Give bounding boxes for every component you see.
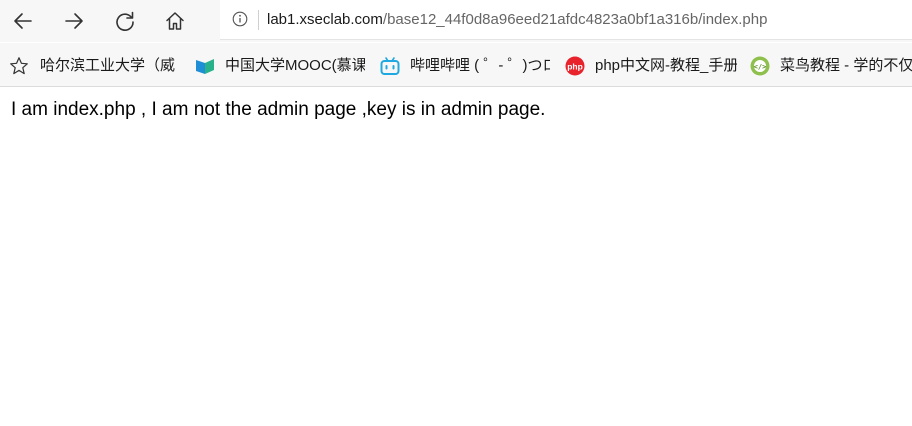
svg-text:php: php — [567, 62, 583, 72]
url-host: lab1.xseclab.com — [267, 11, 383, 28]
page-body-text: I am index.php , I am not the admin page… — [11, 99, 546, 120]
runoob-icon: </> — [750, 56, 770, 76]
address-bar-separator — [258, 10, 259, 30]
bookmark-label: 菜鸟教程 - 学的不仅 — [780, 57, 912, 74]
bookmark-label: 中国大学MOOC(慕课 — [225, 57, 365, 74]
bookmark-runoob[interactable]: </> 菜鸟教程 - 学的不仅 — [750, 55, 912, 77]
mooc-icon — [195, 56, 215, 76]
home-icon — [166, 12, 184, 30]
bookmark-label: php中文网-教程_手册 — [595, 57, 737, 74]
svg-text:</>: </> — [754, 63, 767, 71]
forward-arrow-icon — [65, 13, 83, 29]
bookmark-php-cn[interactable]: php php中文网-教程_手册 — [565, 55, 737, 77]
forward-button[interactable] — [57, 4, 91, 38]
bilibili-icon — [380, 56, 400, 76]
address-bar[interactable]: lab1.xseclab.com/base12_44f0d8a96eed21af… — [220, 0, 912, 40]
back-button[interactable] — [6, 4, 40, 38]
refresh-button[interactable] — [108, 4, 142, 38]
bookmark-label: 哈尔滨工业大学（威 — [40, 57, 176, 74]
refresh-icon — [116, 11, 134, 31]
bookmarks-bar: 哈尔滨工业大学（威 中国大学MOOC(慕课 哔哩哔哩 ( ゜- ゜)つロ php… — [0, 43, 912, 87]
bookmark-label: 哔哩哔哩 ( ゜- ゜)つロ — [410, 57, 550, 74]
php-cn-icon: php — [565, 56, 585, 76]
bookmark-bilibili[interactable]: 哔哩哔哩 ( ゜- ゜)つロ — [380, 55, 550, 77]
bookmark-hit[interactable]: 哈尔滨工业大学（威 — [40, 55, 181, 77]
browser-toolbar: lab1.xseclab.com/base12_44f0d8a96eed21af… — [0, 0, 912, 42]
bookmark-mooc[interactable]: 中国大学MOOC(慕课 — [195, 55, 365, 77]
home-button[interactable] — [158, 4, 192, 38]
back-arrow-icon — [14, 13, 32, 29]
star-icon[interactable] — [9, 56, 29, 76]
info-icon[interactable] — [232, 11, 248, 27]
url-text[interactable]: lab1.xseclab.com/base12_44f0d8a96eed21af… — [267, 10, 767, 30]
url-path: /base12_44f0d8a96eed21afdc4823a0bf1a316b… — [382, 11, 768, 28]
